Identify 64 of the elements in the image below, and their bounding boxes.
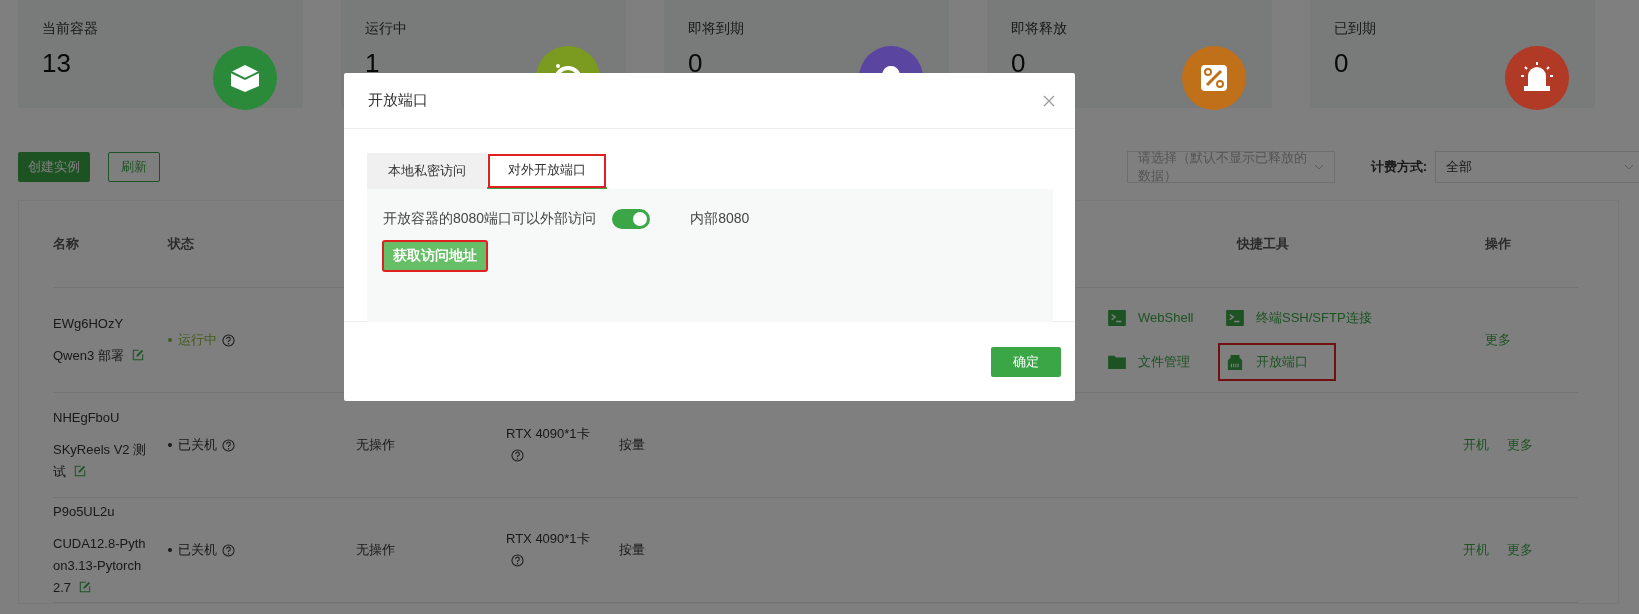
help-icon[interactable] [511,554,524,567]
action-link[interactable]: 更多 [1507,434,1533,456]
table-cell: 按量 [619,542,645,557]
port-icon [1226,354,1244,370]
terminal-icon [1226,310,1244,326]
help-icon[interactable] [222,543,235,557]
tool-link[interactable]: 终端SSH/SFTP连接 [1226,307,1372,329]
action-link[interactable]: 更多 [1485,329,1511,351]
internal-port: 内部8080 [690,210,750,228]
tool-link[interactable]: 文件管理 [1108,351,1190,373]
help-icon[interactable] [222,333,235,347]
edit-icon[interactable] [74,465,86,477]
tool-link[interactable]: 开放端口 [1226,351,1328,373]
help-icon[interactable] [511,449,524,462]
tool-link[interactable]: WebShell [1108,307,1194,329]
terminal-icon [1108,310,1126,326]
close-icon[interactable] [1043,94,1055,107]
table-cell-text: RTX 4090*1卡 [506,530,591,548]
refresh-button[interactable]: 刷新 [108,152,160,182]
table-cell: 无操作 [356,542,395,557]
stat-label: 当前容器 [42,20,98,38]
table-cell: 按量 [619,437,645,452]
tab[interactable]: 本地私密访问 [367,153,487,189]
folder-icon [1108,354,1126,370]
stat-value: 0 [688,48,704,79]
stat-label: 即将释放 [1011,20,1067,38]
tab[interactable]: 对外开放端口 [487,153,607,189]
instance-id: P9o5UL2u [53,503,116,521]
stat-value: 13 [42,48,72,79]
table-cell-text: RTX 4090*1卡 [506,425,591,443]
stat-value: 0 [1011,48,1027,79]
instance-remark: CUDA12.8-Python3.13-Pytorch2.7 [53,535,147,597]
stat-label: 已到期 [1334,20,1376,38]
column-header: 操作 [1484,235,1512,253]
confirm-button[interactable]: 确定 [991,346,1061,377]
chevron-icon [1313,162,1324,172]
instance-remark: Qwen3 部署 [53,345,151,367]
edit-icon[interactable] [79,581,92,593]
status-text: 已关机 [168,434,356,456]
stat-label: 即将到期 [688,20,744,38]
billing-label: 计费方式: [1370,158,1427,176]
column-header: 快捷工具 [1235,235,1290,253]
stat-label: 运行中 [365,20,407,38]
table-cell: 无操作 [356,437,395,452]
create-button[interactable]: 创建实例 [18,152,90,182]
action-link[interactable]: 开机 [1463,434,1489,456]
instance-id: NHEgFboU [53,409,121,427]
dialog-title: 开放端口 [368,91,428,110]
column-header: 名称 [53,235,80,253]
get-address-button[interactable]: 获取访问地址 [383,241,487,271]
action-link[interactable]: 更多 [1507,539,1533,561]
port-description: 开放容器的8080端口可以外部访问 [383,210,597,228]
toggle-switch[interactable] [612,209,651,229]
chevron-icon [1624,162,1634,172]
billing-select[interactable]: 全部 [1435,151,1639,183]
instance-id: EWg6HOzY [53,315,125,333]
instance-remark: SKyReels V2 测试 [53,441,148,481]
stat-value: 1 [365,48,381,79]
column-header: 状态 [168,235,195,253]
edit-icon[interactable] [131,349,144,361]
stat-value: 0 [1334,48,1350,79]
help-icon[interactable] [222,438,235,452]
action-link[interactable]: 开机 [1463,539,1489,561]
status-text: 已关机 [168,539,356,561]
